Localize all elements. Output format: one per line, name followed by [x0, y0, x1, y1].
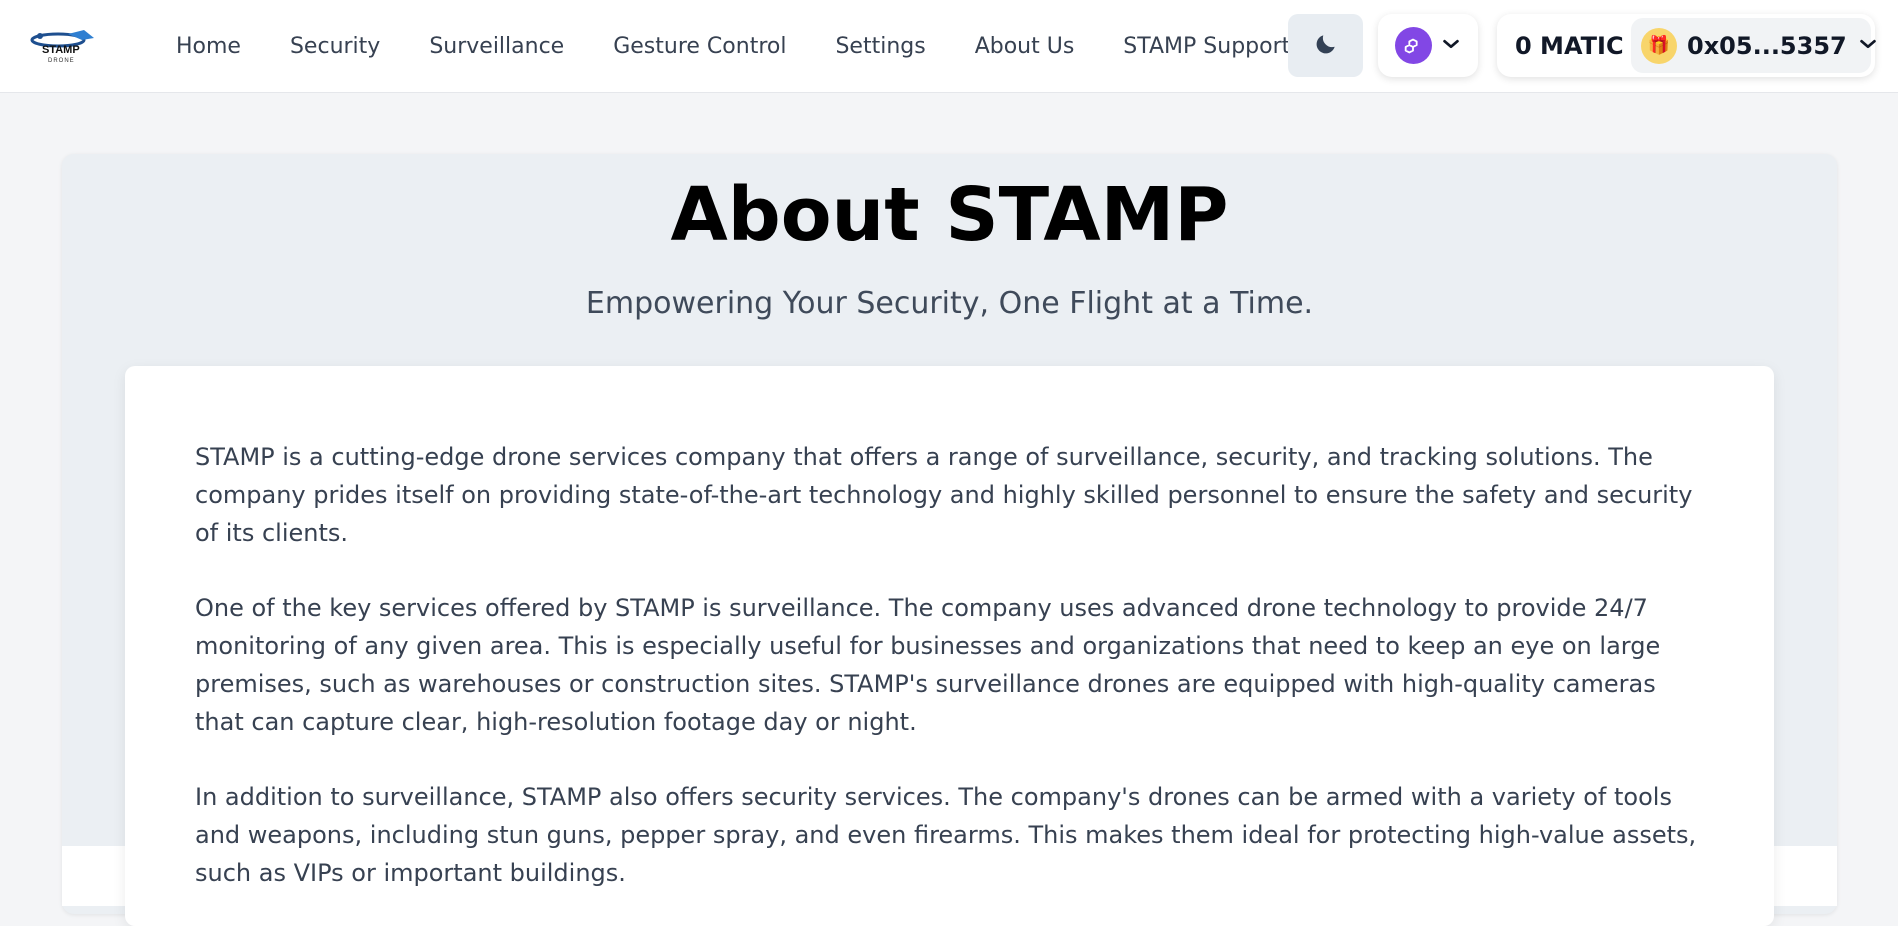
nav-gesture-control[interactable]: Gesture Control [613, 34, 786, 59]
page-title: About STAMP [670, 172, 1229, 258]
chevron-down-icon [1440, 33, 1462, 59]
nav-home[interactable]: Home [176, 34, 241, 59]
stamp-drone-logo[interactable]: STAMP DRONE [28, 26, 104, 66]
account-button[interactable]: 🎁 0x05...5357 [1631, 18, 1876, 73]
moon-icon [1313, 31, 1339, 61]
chevron-down-icon [1857, 33, 1879, 59]
page-subtitle: Empowering Your Security, One Flight at … [585, 286, 1314, 321]
wallet-balance: 0 MATIC [1515, 31, 1624, 60]
network-selector-button[interactable] [1378, 14, 1478, 77]
about-paragraph-surveillance: One of the key services offered by STAMP… [195, 594, 1661, 736]
about-paragraph-security: In addition to surveillance, STAMP also … [195, 783, 1697, 887]
svg-text:STAMP: STAMP [42, 44, 80, 56]
wallet-panel: 0 MATIC 🎁 0x05...5357 [1497, 14, 1876, 77]
about-paragraph-intro: STAMP is a cutting-edge drone services c… [195, 443, 1693, 547]
about-content-card: STAMP is a cutting-edge drone services c… [125, 366, 1774, 926]
top-navbar: STAMP DRONE Home Security Surveillance G… [0, 0, 1898, 93]
main-navigation: Home Security Surveillance Gesture Contr… [176, 0, 1339, 93]
svg-text:DRONE: DRONE [48, 58, 75, 64]
theme-toggle-button[interactable] [1288, 14, 1363, 77]
nav-settings[interactable]: Settings [835, 34, 925, 59]
nav-surveillance[interactable]: Surveillance [429, 34, 564, 59]
nav-security[interactable]: Security [290, 34, 380, 59]
nav-stamp-support[interactable]: STAMP Support [1123, 34, 1290, 59]
nav-about-us[interactable]: About Us [975, 34, 1075, 59]
avatar: 🎁 [1641, 27, 1677, 64]
account-address: 0x05...5357 [1687, 31, 1847, 60]
polygon-icon [1394, 27, 1432, 64]
